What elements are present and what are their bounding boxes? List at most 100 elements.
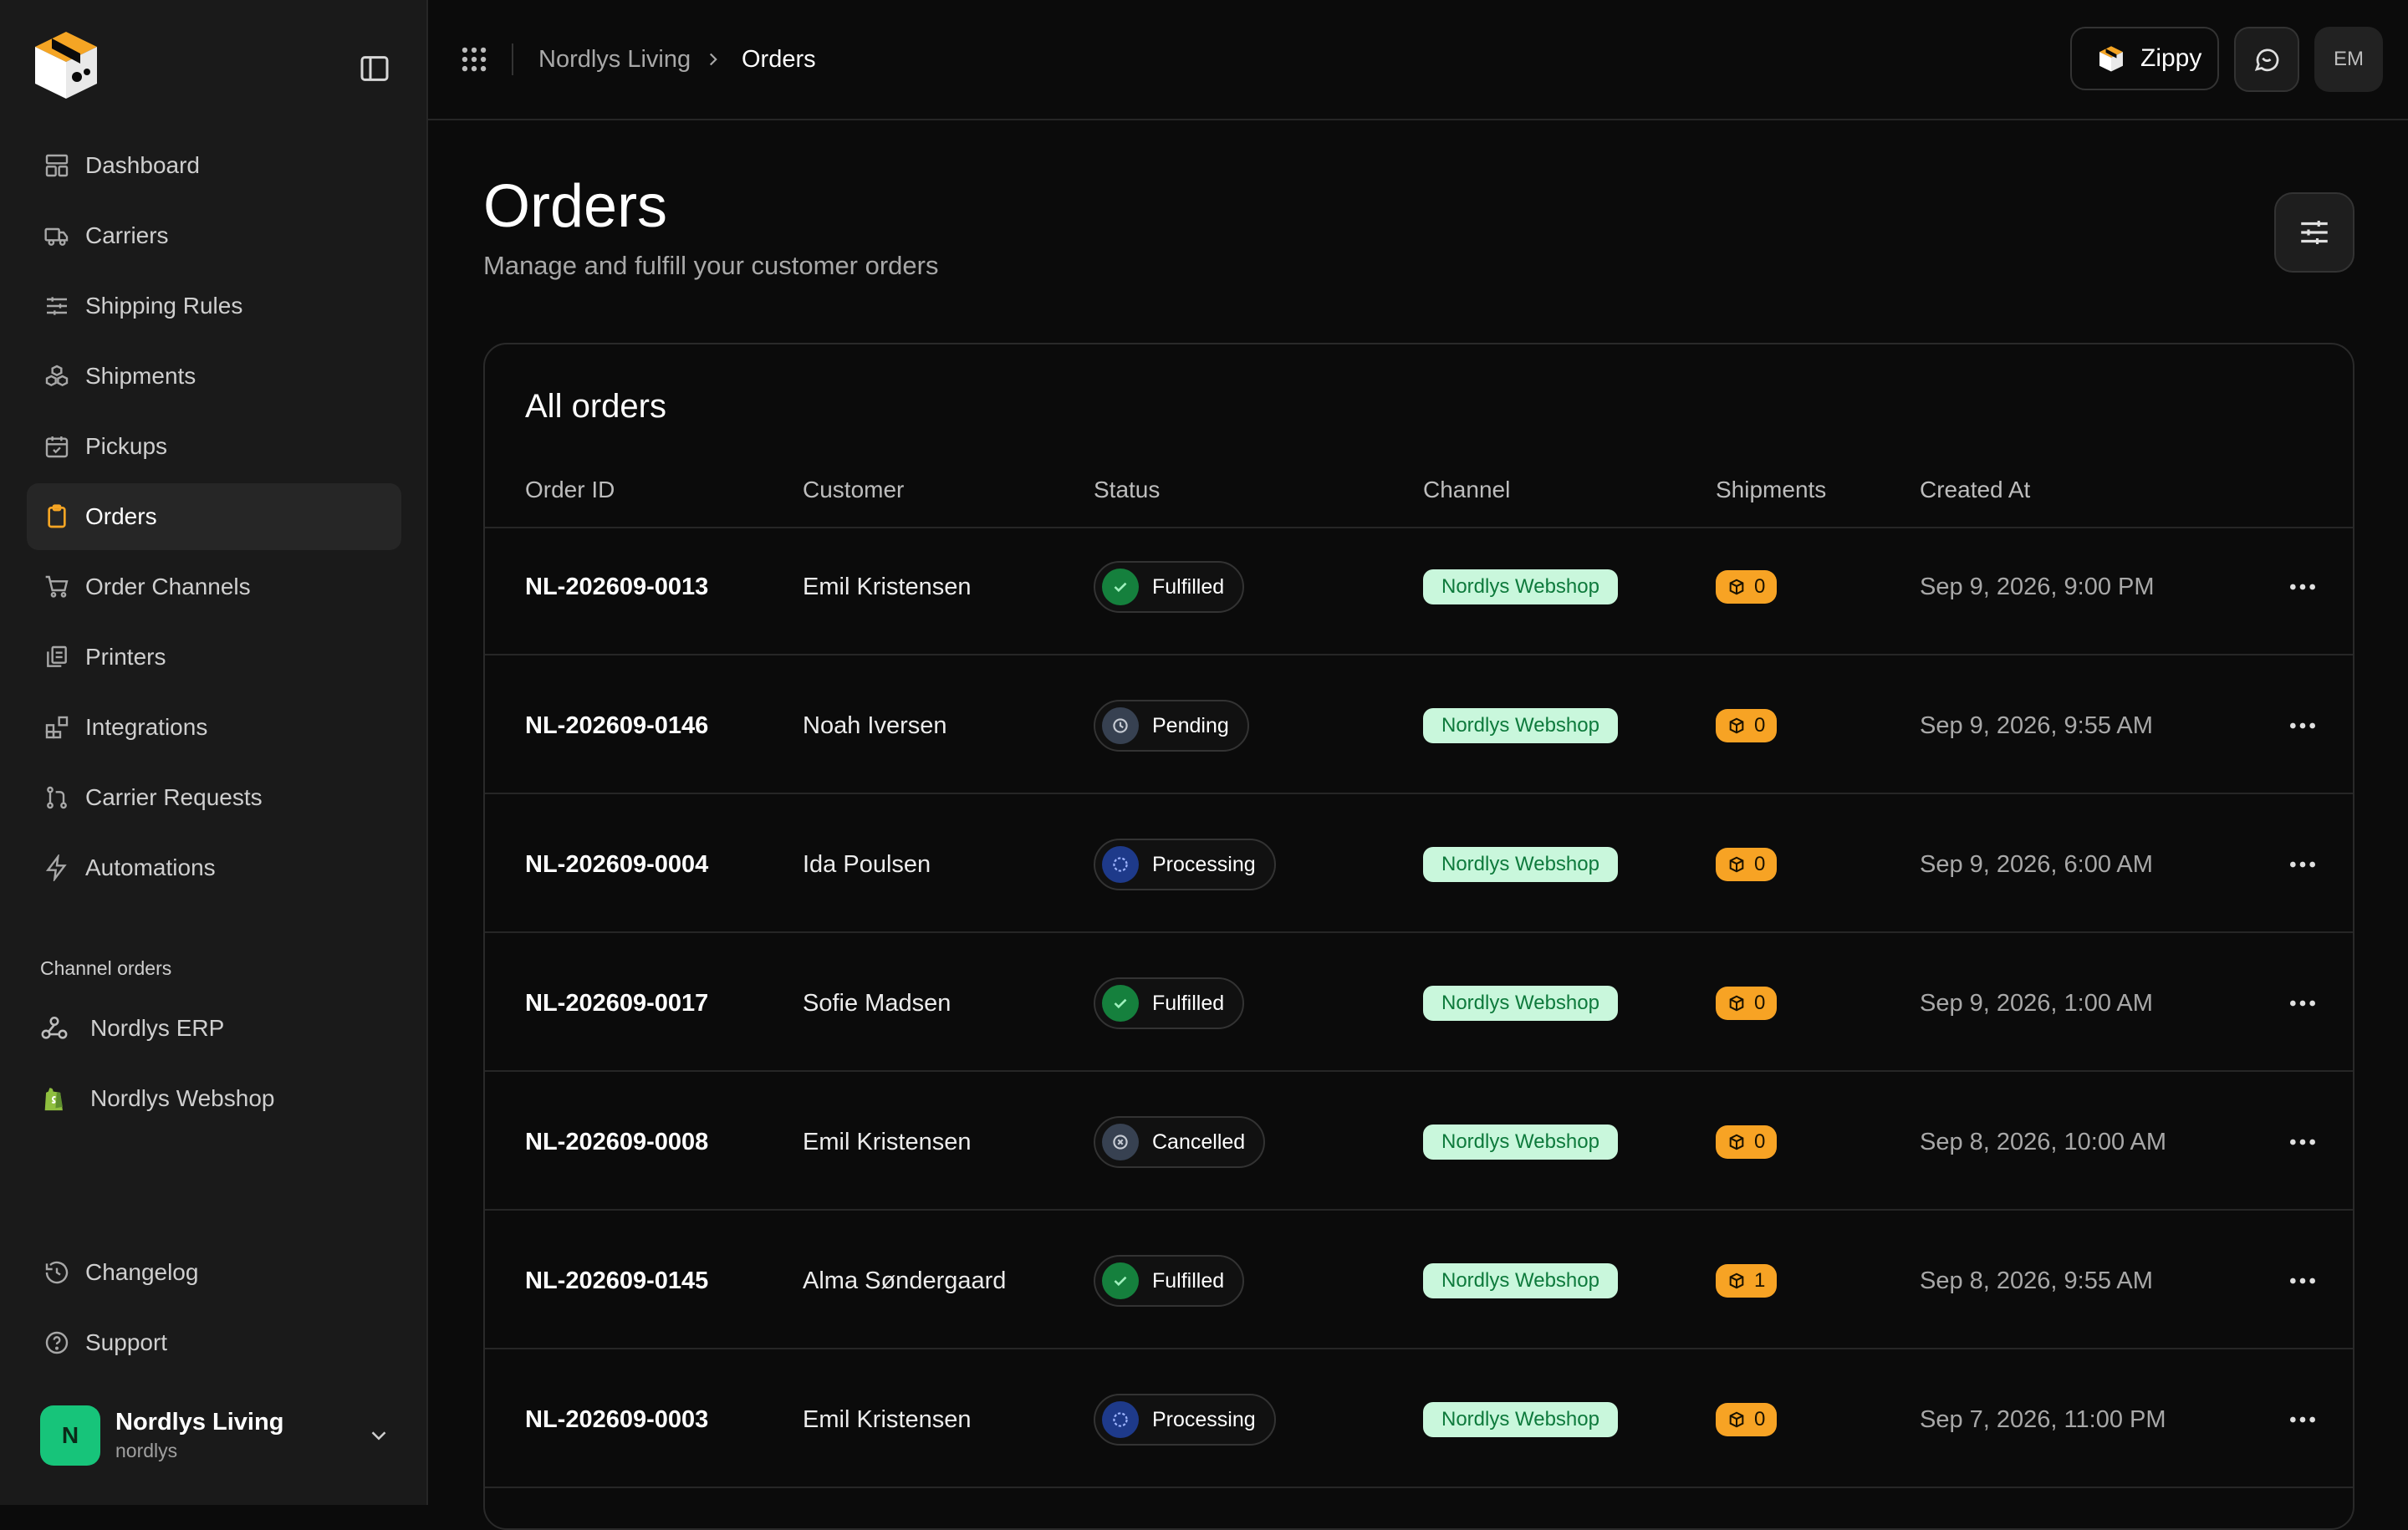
nav-item-automations[interactable]: Automations bbox=[27, 834, 401, 901]
channel-cell: Nordlys Webshop bbox=[1423, 1212, 1618, 1349]
table-row[interactable]: NL-202609-0145 Alma Søndergaard Fulfilled N… bbox=[485, 1212, 2353, 1349]
nav-label: Printers bbox=[85, 644, 166, 670]
package-icon bbox=[1727, 994, 1754, 1012]
channel-badge: Nordlys Webshop bbox=[1423, 986, 1618, 1021]
channel-item-nordlys-webshop[interactable]: Nordlys Webshop bbox=[40, 1074, 391, 1124]
avatar: N bbox=[40, 1405, 100, 1466]
shipment-count-badge: 0 bbox=[1716, 1403, 1778, 1436]
message-circle-icon bbox=[2252, 44, 2282, 74]
blocks-icon bbox=[43, 714, 70, 741]
chevron-down-icon bbox=[366, 1423, 391, 1448]
card-title: All orders bbox=[525, 388, 666, 425]
loader-circle-icon bbox=[1102, 846, 1139, 883]
more-horizontal-icon bbox=[2286, 1403, 2319, 1436]
order-id[interactable]: NL-202609-0004 bbox=[525, 796, 708, 933]
nav-item-shipping-rules[interactable]: Shipping Rules bbox=[27, 273, 401, 339]
bottom-nav: Changelog Support bbox=[27, 1239, 401, 1380]
row-actions-button[interactable] bbox=[2286, 935, 2319, 1072]
row-actions-button[interactable] bbox=[2286, 1351, 2319, 1488]
nav-label: Carrier Requests bbox=[85, 784, 263, 810]
status-cell: Cancelled bbox=[1094, 1074, 1266, 1211]
shipment-count: 0 bbox=[1754, 853, 1766, 875]
chat-button[interactable] bbox=[2234, 27, 2299, 92]
row-actions-button[interactable] bbox=[2286, 1212, 2319, 1349]
column-header-order-id[interactable]: Order ID bbox=[525, 477, 615, 503]
table-row[interactable]: NL-202609-0013 Emil Kristensen Fulfilled No… bbox=[485, 518, 2353, 655]
apps-grid-icon[interactable] bbox=[458, 43, 490, 75]
column-header-created-at[interactable]: Created At bbox=[1920, 477, 2030, 503]
more-horizontal-icon bbox=[2286, 1125, 2319, 1159]
layout-grid-icon bbox=[43, 152, 70, 179]
package-icon bbox=[1727, 1410, 1754, 1429]
row-actions-button[interactable] bbox=[2286, 518, 2319, 655]
check-icon bbox=[1102, 985, 1139, 1022]
user-handle: nordlys bbox=[115, 1440, 178, 1461]
table-row[interactable]: NL-202609-0017 Sofie Madsen Fulfilled Nordl… bbox=[485, 935, 2353, 1072]
channel-badge: Nordlys Webshop bbox=[1423, 847, 1618, 882]
order-id[interactable]: NL-202609-0003 bbox=[525, 1351, 708, 1488]
order-id[interactable]: NL-202609-0013 bbox=[525, 518, 708, 655]
column-header-customer[interactable]: Customer bbox=[803, 477, 904, 503]
filter-settings-button[interactable] bbox=[2274, 192, 2354, 273]
sliders-icon bbox=[43, 293, 70, 319]
row-actions-button[interactable] bbox=[2286, 1074, 2319, 1211]
customer-name: Emil Kristensen bbox=[803, 1128, 972, 1155]
customer-name: Emil Kristensen bbox=[803, 1405, 972, 1433]
order-id[interactable]: NL-202609-0145 bbox=[525, 1212, 708, 1349]
order-id[interactable]: NL-202609-0008 bbox=[525, 1074, 708, 1211]
nav-item-changelog[interactable]: Changelog bbox=[27, 1239, 401, 1306]
shipment-count: 0 bbox=[1754, 1130, 1766, 1153]
nav-label: Pickups bbox=[85, 433, 168, 459]
status-cell: Fulfilled bbox=[1094, 935, 1245, 1072]
page-subtitle: Manage and fulfill your customer orders bbox=[483, 251, 939, 280]
cart-icon bbox=[43, 574, 70, 600]
nav-label: Dashboard bbox=[85, 152, 200, 178]
nav-item-order-channels[interactable]: Order Channels bbox=[27, 553, 401, 620]
nav-item-orders[interactable]: Orders bbox=[27, 483, 401, 550]
sidebar-toggle-icon[interactable] bbox=[358, 52, 391, 85]
shipment-count: 0 bbox=[1754, 714, 1766, 737]
history-icon bbox=[43, 1259, 70, 1286]
status-cell: Processing bbox=[1094, 796, 1276, 933]
status-label: Fulfilled bbox=[1152, 1268, 1225, 1293]
nav-item-printers[interactable]: Printers bbox=[27, 624, 401, 691]
column-header-shipments[interactable]: Shipments bbox=[1716, 477, 1826, 503]
loader-circle-icon bbox=[1102, 1401, 1139, 1438]
status-cell: Fulfilled bbox=[1094, 1212, 1245, 1349]
table-row[interactable]: NL-202609-0004 Ida Poulsen Processing Nordl… bbox=[485, 796, 2353, 933]
user-menu-button[interactable]: EM bbox=[2314, 27, 2383, 92]
order-id[interactable]: NL-202609-0146 bbox=[525, 657, 708, 794]
status-badge: Cancelled bbox=[1094, 1116, 1266, 1168]
app-logo[interactable] bbox=[28, 27, 104, 102]
shipment-count-badge: 0 bbox=[1716, 570, 1778, 604]
row-actions-button[interactable] bbox=[2286, 657, 2319, 794]
nav-item-support[interactable]: Support bbox=[27, 1309, 401, 1376]
table-row[interactable]: NL-202609-0003 Emil Kristensen Processing N… bbox=[485, 1351, 2353, 1488]
breadcrumb-org[interactable]: Nordlys Living bbox=[538, 43, 691, 75]
user-switcher[interactable]: N Nordlys Living nordlys bbox=[40, 1405, 391, 1466]
created-at: Sep 9, 2026, 6:00 AM bbox=[1920, 850, 2153, 878]
row-actions-button[interactable] bbox=[2286, 796, 2319, 933]
created-at: Sep 9, 2026, 1:00 AM bbox=[1920, 989, 2153, 1017]
nav-item-carriers[interactable]: Carriers bbox=[27, 202, 401, 269]
nav-item-integrations[interactable]: Integrations bbox=[27, 694, 401, 761]
calendar-check-icon bbox=[43, 433, 70, 460]
channel-item-nordlys-erp[interactable]: Nordlys ERP bbox=[40, 1003, 391, 1053]
zippy-button[interactable]: Zippy bbox=[2070, 27, 2219, 90]
more-horizontal-icon bbox=[2286, 987, 2319, 1020]
nav-item-pickups[interactable]: Pickups bbox=[27, 413, 401, 480]
more-horizontal-icon bbox=[2286, 848, 2319, 881]
boxes-icon bbox=[43, 363, 70, 390]
table-row[interactable]: NL-202609-0008 Emil Kristensen Cancelled No… bbox=[485, 1074, 2353, 1211]
nav-item-shipments[interactable]: Shipments bbox=[27, 343, 401, 410]
nav-item-dashboard[interactable]: Dashboard bbox=[27, 132, 401, 199]
channel-cell: Nordlys Webshop bbox=[1423, 1351, 1618, 1488]
column-header-status[interactable]: Status bbox=[1094, 477, 1160, 503]
channel-orders-heading: Channel orders bbox=[40, 957, 172, 979]
column-header-channel[interactable]: Channel bbox=[1423, 477, 1510, 503]
shipments-cell: 0 bbox=[1716, 1074, 1778, 1211]
order-id[interactable]: NL-202609-0017 bbox=[525, 935, 708, 1072]
nav-item-carrier-requests[interactable]: Carrier Requests bbox=[27, 764, 401, 831]
git-pull-icon bbox=[43, 784, 70, 811]
table-row[interactable]: NL-202609-0146 Noah Iversen Pending Nordlys… bbox=[485, 657, 2353, 794]
